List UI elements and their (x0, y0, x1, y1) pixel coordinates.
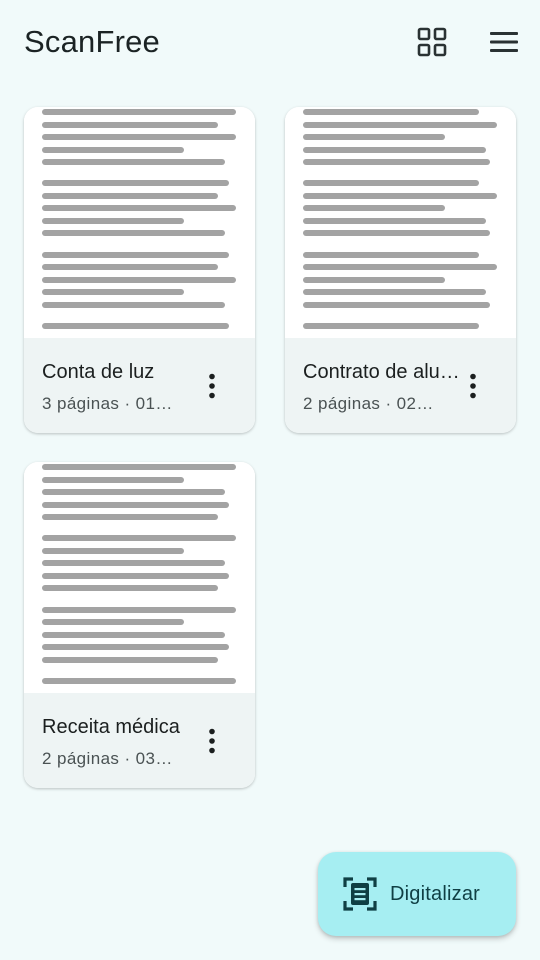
more-options-button[interactable] (192, 362, 232, 410)
menu-button[interactable] (480, 18, 528, 66)
document-thumbnail (285, 107, 516, 338)
fab-label: Digitalizar (390, 883, 481, 905)
document-card[interactable]: Contrato de aluguel 2 páginas · 02/06/20… (285, 107, 516, 433)
more-options-button[interactable] (453, 362, 493, 410)
more-vert-icon (209, 728, 215, 754)
grid-view-icon (417, 27, 447, 57)
document-meta: 2 páginas · 03/06/2024 (42, 749, 177, 768)
top-app-bar: ScanFree (0, 0, 540, 86)
card-footer: Conta de luz 3 páginas · 01/06/2024 (24, 338, 255, 433)
document-thumbnail (24, 462, 255, 693)
grid-view-button[interactable] (408, 18, 456, 66)
document-title: Contrato de aluguel (303, 361, 463, 383)
app-title: ScanFree (24, 24, 160, 59)
more-vert-icon (209, 373, 215, 399)
document-meta: 2 páginas · 02/06/2024 (303, 394, 438, 413)
more-options-button[interactable] (192, 717, 232, 765)
document-scanner-icon (343, 877, 377, 911)
document-thumbnail (24, 107, 255, 338)
document-title: Conta de luz (42, 361, 155, 383)
document-title: Receita médica (42, 716, 180, 738)
scan-fab[interactable]: Digitalizar (318, 852, 516, 936)
more-vert-icon (470, 373, 476, 399)
hamburger-menu-icon (490, 32, 518, 52)
document-card[interactable]: Receita médica 2 páginas · 03/06/2024 (24, 462, 255, 788)
document-card[interactable]: Conta de luz 3 páginas · 01/06/2024 (24, 107, 255, 433)
card-footer: Contrato de aluguel 2 páginas · 02/06/20… (285, 338, 516, 433)
card-footer: Receita médica 2 páginas · 03/06/2024 (24, 693, 255, 788)
document-meta: 3 páginas · 01/06/2024 (42, 394, 177, 413)
